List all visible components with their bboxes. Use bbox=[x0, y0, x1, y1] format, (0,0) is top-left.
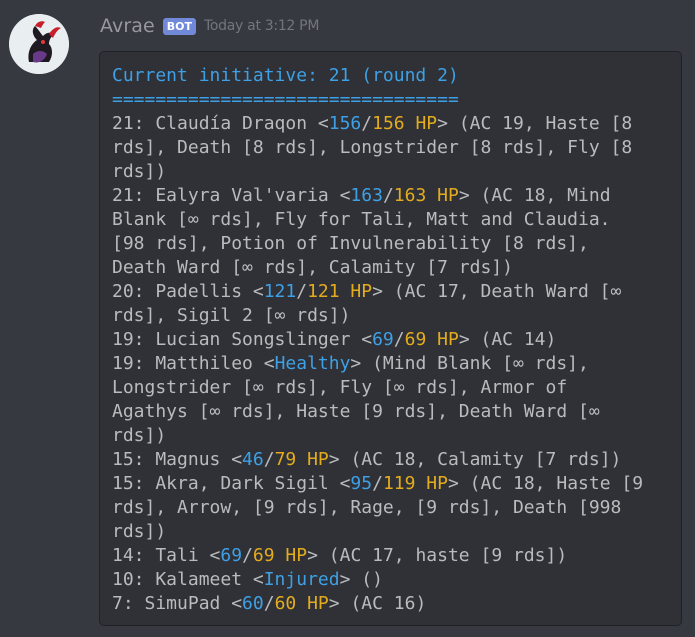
hp-max: 69 HP bbox=[404, 329, 459, 350]
initiative-line: rds]) bbox=[112, 520, 672, 544]
initiative-line: rds], Arrow, [9 rds], Rage, [9 rds], Dea… bbox=[112, 496, 672, 520]
line-text: 21: Claudía Draqon < bbox=[112, 113, 329, 134]
initiative-line: 10: Kalameet <Injured> () bbox=[112, 568, 672, 592]
initiative-separator: ================================ bbox=[112, 89, 459, 110]
line-text: > (AC 18, Calamity [7 rds]) bbox=[328, 449, 622, 470]
initiative-text: Current initiative: 21 (round 2) =======… bbox=[112, 64, 672, 616]
line-text: > (AC 17, Death Ward [∞ bbox=[372, 281, 622, 302]
hp-current: 156 bbox=[328, 113, 362, 134]
initiative-line: rds]) bbox=[112, 424, 672, 448]
line-text: Agathys [∞ rds], Haste [9 rds], Death Wa… bbox=[112, 401, 600, 422]
hp-current: 95 bbox=[350, 473, 373, 494]
hp-max: 121 HP bbox=[307, 281, 373, 302]
line-text: rds], Arrow, [9 rds], Rage, [9 rds], Dea… bbox=[112, 497, 622, 518]
line-text: rds]) bbox=[112, 161, 167, 182]
line-text: 15: Magnus < bbox=[112, 449, 243, 470]
initiative-line: rds], Death [8 rds], Longstrider [8 rds]… bbox=[112, 136, 672, 160]
line-text: > (Mind Blank [∞ rds], bbox=[350, 353, 589, 374]
hp-current: Healthy bbox=[274, 353, 351, 374]
line-text: Blank [∞ rds], Fly for Tali, Matt and Cl… bbox=[112, 209, 611, 230]
hp-current: 46 bbox=[242, 449, 264, 470]
hp-max: 79 HP bbox=[274, 449, 329, 470]
bot-avatar[interactable] bbox=[9, 14, 69, 74]
initiative-line: [98 rds], Potion of Invulnerability [8 r… bbox=[112, 232, 672, 256]
initiative-line: 15: Magnus <46/79 HP> (AC 18, Calamity [… bbox=[112, 448, 672, 472]
initiative-line: rds]) bbox=[112, 160, 672, 184]
line-text: rds], Death [8 rds], Longstrider [8 rds]… bbox=[112, 137, 633, 158]
line-text: / bbox=[263, 449, 275, 470]
initiative-line: 20: Padellis <121/121 HP> (AC 17, Death … bbox=[112, 280, 672, 304]
hp-current: 121 bbox=[263, 281, 297, 302]
line-text: / bbox=[296, 281, 308, 302]
line-text: > (AC 18, Mind bbox=[458, 185, 611, 206]
line-text: rds], Sigil 2 [∞ rds]) bbox=[112, 305, 351, 326]
line-text: rds]) bbox=[112, 425, 167, 446]
hp-current: 69 bbox=[372, 329, 394, 350]
message-timestamp: Today at 3:12 PM bbox=[204, 18, 320, 34]
line-text: 19: Lucian Songslinger < bbox=[112, 329, 373, 350]
line-text: Death Ward [∞ rds], Calamity [7 rds]) bbox=[112, 257, 513, 278]
hp-current: 163 bbox=[350, 185, 383, 206]
initiative-line: 19: Lucian Songslinger <69/69 HP> (AC 14… bbox=[112, 328, 672, 352]
line-text: 15: Akra, Dark Sigil < bbox=[112, 473, 351, 494]
line-text: rds]) bbox=[112, 521, 167, 542]
line-text: / bbox=[361, 113, 373, 134]
message-header: Avrae BOT Today at 3:12 PM bbox=[100, 15, 319, 37]
hp-max: 60 HP bbox=[274, 593, 329, 614]
line-text: [98 rds], Potion of Invulnerability [8 r… bbox=[112, 233, 589, 254]
hp-current: 60 bbox=[242, 593, 264, 614]
hp-current: Injured bbox=[263, 569, 340, 590]
initiative-line: Blank [∞ rds], Fly for Tali, Matt and Cl… bbox=[112, 208, 672, 232]
initiative-line: 21: Claudía Draqon <156/156 HP> (AC 19, … bbox=[112, 112, 672, 136]
line-text: > (AC 14) bbox=[458, 329, 557, 350]
initiative-line: 14: Tali <69/69 HP> (AC 17, haste [9 rds… bbox=[112, 544, 672, 568]
initiative-code-block: Current initiative: 21 (round 2) =======… bbox=[99, 51, 682, 626]
line-text: > (AC 17, haste [9 rds]) bbox=[307, 545, 568, 566]
hp-max: 156 HP bbox=[372, 113, 438, 134]
line-text: / bbox=[263, 593, 275, 614]
initiative-line: 19: Matthileo <Healthy> (Mind Blank [∞ r… bbox=[112, 352, 672, 376]
initiative-line: Longstrider [∞ rds], Fly [∞ rds], Armor … bbox=[112, 376, 672, 400]
initiative-line: Agathys [∞ rds], Haste [9 rds], Death Wa… bbox=[112, 400, 672, 424]
line-text: 10: Kalameet < bbox=[112, 569, 264, 590]
hp-max: 163 HP bbox=[393, 185, 459, 206]
line-text: / bbox=[393, 329, 405, 350]
bot-tag-badge: BOT bbox=[162, 17, 197, 35]
line-text: 21: Ealyra Val'varia < bbox=[112, 185, 351, 206]
hp-max: 119 HP bbox=[382, 473, 448, 494]
initiative-line: 21: Ealyra Val'varia <163/163 HP> (AC 18… bbox=[112, 184, 672, 208]
initiative-list: 21: Claudía Draqon <156/156 HP> (AC 19, … bbox=[112, 112, 672, 616]
line-text: / bbox=[382, 185, 394, 206]
line-text: 14: Tali < bbox=[112, 545, 221, 566]
line-text: / bbox=[372, 473, 383, 494]
initiative-line: 7: SimuPad <60/60 HP> (AC 16) bbox=[112, 592, 672, 616]
line-text: Longstrider [∞ rds], Fly [∞ rds], Armor … bbox=[112, 377, 568, 398]
line-text: > (AC 18, Haste [9 bbox=[447, 473, 644, 494]
line-text: 20: Padellis < bbox=[112, 281, 264, 302]
username[interactable]: Avrae bbox=[100, 15, 155, 37]
initiative-line: 15: Akra, Dark Sigil <95/119 HP> (AC 18,… bbox=[112, 472, 672, 496]
initiative-header: Current initiative: 21 (round 2) bbox=[112, 65, 459, 86]
line-text: 7: SimuPad < bbox=[112, 593, 243, 614]
dragon-avatar-icon bbox=[9, 14, 69, 74]
line-text: > (AC 19, Haste [8 bbox=[437, 113, 633, 134]
line-text: / bbox=[242, 545, 253, 566]
hp-current: 69 bbox=[220, 545, 243, 566]
initiative-line: rds], Sigil 2 [∞ rds]) bbox=[112, 304, 672, 328]
hp-max: 69 HP bbox=[252, 545, 308, 566]
line-text: 19: Matthileo < bbox=[112, 353, 275, 374]
line-text: > (AC 16) bbox=[328, 593, 427, 614]
initiative-line: Death Ward [∞ rds], Calamity [7 rds]) bbox=[112, 256, 672, 280]
line-text: > () bbox=[339, 569, 383, 590]
